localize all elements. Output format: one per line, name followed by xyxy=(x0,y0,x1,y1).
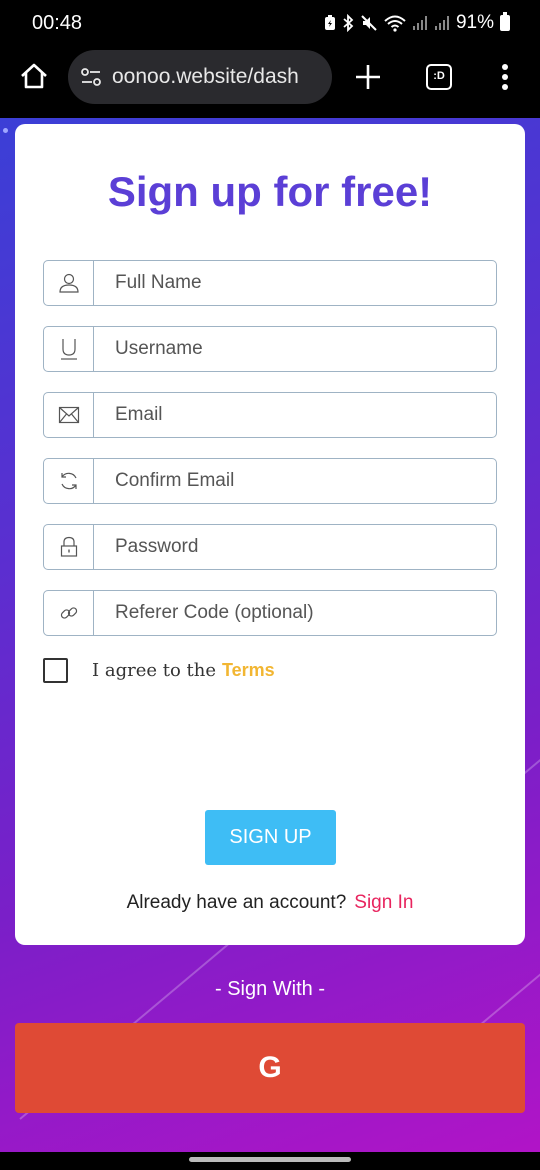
bluetooth-icon xyxy=(343,14,354,32)
url-text: oonoo.website/dash xyxy=(112,65,299,88)
username-field xyxy=(43,326,497,372)
sign-in-link[interactable]: Sign In xyxy=(354,892,413,913)
link-icon xyxy=(44,591,94,635)
terms-checkbox[interactable] xyxy=(43,657,68,683)
gesture-handle[interactable] xyxy=(189,1157,351,1162)
referer-code-field xyxy=(43,590,497,636)
full-name-input[interactable] xyxy=(95,261,495,305)
signal-icon xyxy=(412,16,427,30)
email-field xyxy=(43,392,497,438)
tabs-icon[interactable]: :D xyxy=(426,64,452,90)
home-icon[interactable] xyxy=(18,60,50,92)
battery-percentage: 91% xyxy=(455,12,494,33)
user-icon xyxy=(44,261,94,305)
signal-icon-2 xyxy=(434,16,449,30)
page-title: Sign up for free! xyxy=(107,168,433,215)
google-sign-in-button[interactable]: G xyxy=(15,1023,525,1113)
lock-icon xyxy=(44,525,94,569)
page-background: Sign up for free! Full Name Username Ema… xyxy=(0,118,540,1152)
mute-icon xyxy=(361,15,377,31)
signin-prompt: Already have an account? Sign In xyxy=(15,892,525,914)
tabs-label: :D xyxy=(433,70,445,82)
refresh-icon xyxy=(44,459,94,503)
underline-u-icon xyxy=(44,327,94,371)
sign-up-button[interactable]: SIGN UP xyxy=(205,810,336,865)
navigation-bar xyxy=(0,1152,540,1170)
confirm-email-field xyxy=(43,458,497,504)
site-settings-icon[interactable] xyxy=(80,66,102,88)
full-name-field xyxy=(43,260,497,306)
google-label: G xyxy=(258,1051,282,1084)
more-vert-icon[interactable] xyxy=(500,63,510,91)
sign-with-label: - Sign With - xyxy=(214,978,326,1000)
agree-text: I agree to the xyxy=(92,659,216,681)
terms-agreement: I agree to the Terms xyxy=(43,657,275,683)
wifi-icon xyxy=(384,15,406,32)
battery-icon xyxy=(500,12,510,31)
address-bar[interactable]: oonoo.website/dash xyxy=(68,50,332,104)
battery-saver-icon xyxy=(324,15,335,30)
browser-toolbar: oonoo.website/dash :D xyxy=(0,46,540,118)
decor-dot xyxy=(3,128,8,133)
envelope-icon xyxy=(44,393,94,437)
password-input[interactable] xyxy=(95,525,495,569)
plus-icon[interactable] xyxy=(354,63,382,91)
referer-code-input[interactable] xyxy=(95,591,495,635)
status-bar: 00:48 91% xyxy=(0,0,540,46)
status-time: 00:48 xyxy=(32,12,83,34)
username-input[interactable] xyxy=(95,327,495,371)
signup-card: Sign up for free! Full Name Username Ema… xyxy=(15,124,525,945)
already-text: Already have an account? xyxy=(126,892,347,913)
confirm-email-input[interactable] xyxy=(95,459,495,503)
status-icons: 91% xyxy=(324,12,510,34)
password-field xyxy=(43,524,497,570)
terms-link[interactable]: Terms xyxy=(222,660,275,681)
email-input[interactable] xyxy=(95,393,495,437)
